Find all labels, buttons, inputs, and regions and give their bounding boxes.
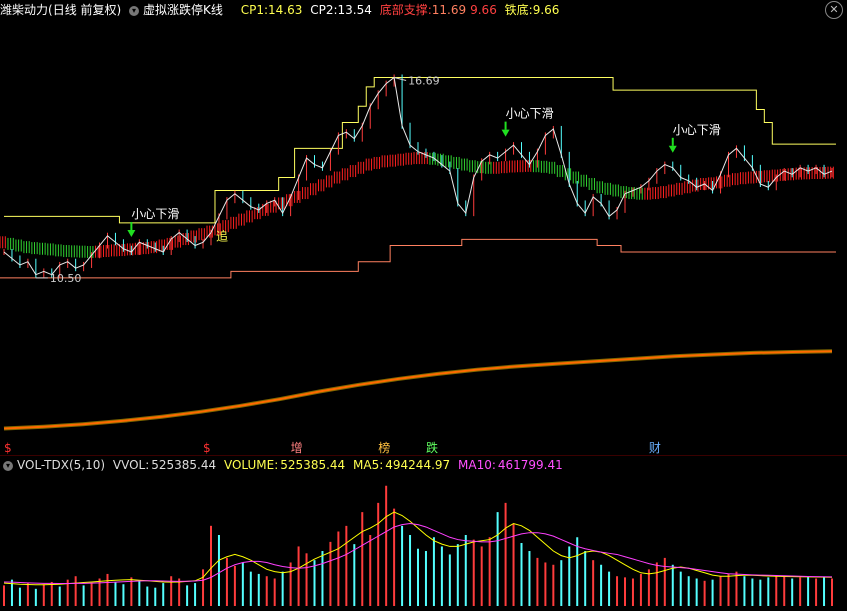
period-label[interactable]: (日线 前复权) [48, 3, 121, 17]
price-chart[interactable]: 小心下滑小心下滑小心下滑16.6910.50追 [0, 20, 847, 455]
support-value-2: 9.66 [470, 3, 497, 17]
warning-label: 小心下滑 [131, 207, 179, 221]
main-chart-header: 潍柴动力(日线 前复权) ▾ 虚拟涨跌停K线 CP1:14.63 CP2:13.5… [0, 0, 847, 20]
event-marker: 榜 [378, 440, 390, 455]
indicator-name[interactable]: 虚拟涨跌停K线 [143, 3, 223, 17]
cp1-value: 14.63 [268, 3, 303, 17]
high-price-label: 16.69 [408, 74, 440, 87]
cp2-value: 13.54 [337, 3, 372, 17]
event-marker: 财 [649, 441, 661, 455]
lower-band-line [0, 238, 836, 279]
vvol-label: VVOL: [112, 458, 150, 472]
warning-label: 小心下滑 [506, 107, 554, 121]
support-value-1: 11.69 [431, 3, 467, 17]
event-marker: $ [4, 441, 12, 455]
event-marker: 增 [291, 441, 303, 455]
warning-label: 小心下滑 [673, 123, 721, 137]
volume-label: VOLUME: [223, 458, 279, 472]
chevron-down-icon[interactable]: ▾ [3, 460, 13, 471]
ma10-label: MA10: [458, 458, 496, 472]
ma5-label: MA5: [353, 458, 384, 472]
iron-bottom-value: 9.66 [532, 3, 560, 17]
ma10-value: 461799.41 [497, 458, 563, 472]
warning-arrow-icon [501, 129, 510, 137]
support-label: 底部支撑: [379, 3, 432, 17]
stock-name[interactable]: 潍柴动力 [0, 3, 48, 17]
warning-arrow-icon [668, 145, 677, 153]
iron-bottom-label: 铁底: [504, 3, 533, 17]
upper-band-line [4, 76, 836, 224]
volume-value: 525385.44 [280, 458, 346, 472]
event-marker: 跌 [426, 440, 438, 455]
warning-arrow-icon [127, 230, 136, 237]
event-marker: $ [203, 441, 211, 455]
chase-signal-label: 追 [216, 228, 228, 243]
vol-title[interactable]: VOL-TDX(5,10) [17, 458, 105, 472]
close-icon[interactable]: ✕ [825, 1, 843, 19]
chevron-down-icon[interactable]: ▾ [129, 5, 140, 16]
volume-header: ▾ VOL-TDX(5,10) VVOL: 525385.44 VOLUME: 525… [0, 455, 847, 475]
volume-chart[interactable] [0, 476, 847, 609]
trend-glow [3, 349, 833, 431]
low-price-label: 10.50 [50, 272, 82, 285]
event-marker-row: $ $ 增 榜 跌 财 [4, 440, 661, 455]
cp2-label: CP2: [310, 3, 338, 17]
ma5-value: 494244.97 [385, 458, 451, 472]
vvol-value: 525385.44 [151, 458, 217, 472]
cp1-label: CP1: [240, 3, 269, 17]
trend-line [3, 350, 833, 430]
